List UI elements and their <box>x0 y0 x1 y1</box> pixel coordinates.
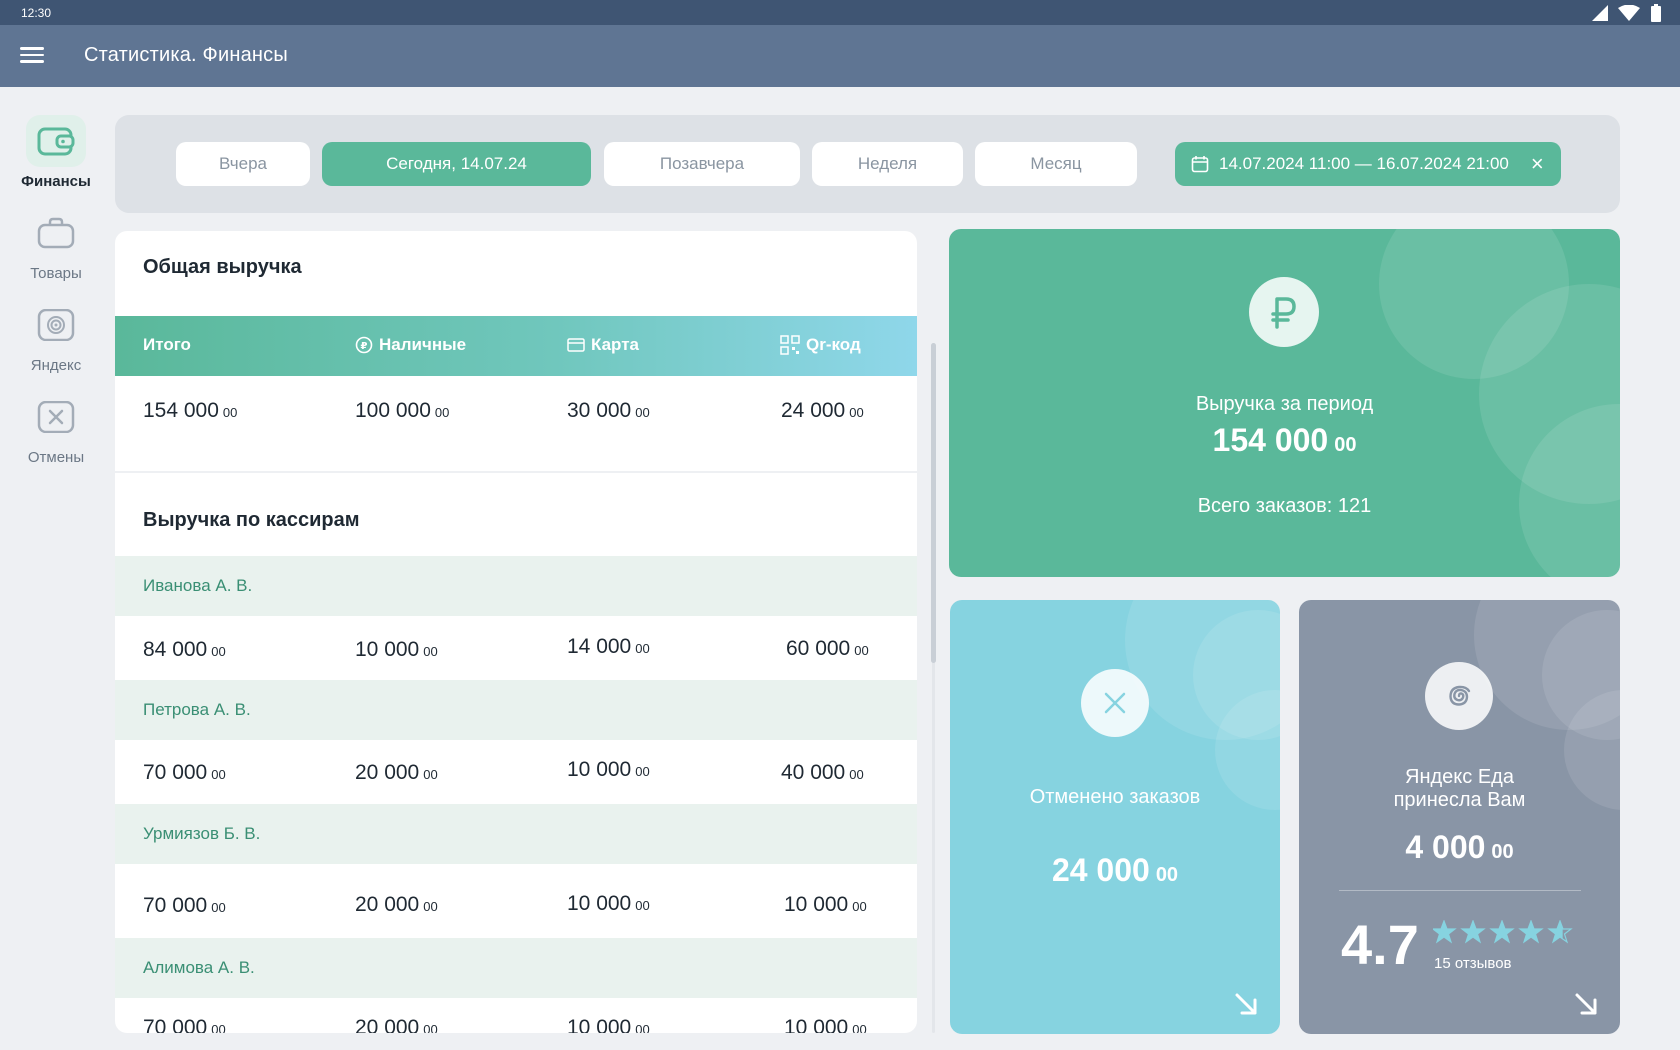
revenue-card: Общая выручка Итого ₽ Наличные Карта Qr-… <box>115 231 917 1033</box>
cashier-cash: 20 000 00 <box>355 893 438 916</box>
cashier-card: 10 000 00 <box>567 892 650 915</box>
period-revenue-label: Выручка за период <box>1195 393 1374 415</box>
cashier-qr: 60 000 00 <box>786 637 869 660</box>
status-icons <box>1592 4 1662 22</box>
yandex-label-line2: принесла Вам <box>1393 789 1526 811</box>
sidebar-item-label: Отмены <box>27 449 85 466</box>
menu-icon[interactable] <box>20 44 44 68</box>
chip-day-before-yesterday[interactable]: Позавчера <box>604 142 800 186</box>
cashier-name-row: Петрова А. В. <box>115 680 917 740</box>
cashier-qr: 10 000 00 <box>784 1016 867 1033</box>
cash-amount: 100 000 00 <box>355 399 450 422</box>
status-bar: 12:30 <box>0 0 1680 25</box>
cashier-cash: 10 000 00 <box>355 638 438 661</box>
arrow-down-right-icon[interactable] <box>1574 992 1598 1016</box>
chip-today[interactable]: Сегодня, 14.07.24 <box>322 142 591 186</box>
coin-icon: ₽ <box>355 336 373 354</box>
col-card: Карта <box>567 335 639 355</box>
total-amount: 154 000 00 <box>143 399 238 422</box>
yandex-label: Яндекс Еда принесла Вам <box>1299 766 1620 812</box>
wallet-icon <box>37 127 75 156</box>
rating-stars <box>1431 919 1573 951</box>
cashier-total: 70 000 00 <box>143 1016 226 1033</box>
total-revenue-title: Общая выручка <box>143 256 302 278</box>
page-title: Статистика. Финансы <box>84 44 288 66</box>
table-header: Итого ₽ Наличные Карта Qr-код <box>115 316 917 376</box>
arrow-down-right-icon[interactable] <box>1234 992 1258 1016</box>
qr-code-icon <box>780 335 800 355</box>
battery-icon <box>1651 4 1661 22</box>
sidebar-item-label: Яндекс <box>30 357 82 374</box>
yandex-amount: 4 000 00 <box>1405 829 1514 865</box>
divider <box>1339 890 1581 891</box>
cancelled-orders-card[interactable]: Отменено заказов 24 000 00 <box>950 600 1280 1034</box>
cashier-name-row: Урмиязов Б. В. <box>115 804 917 864</box>
spiral-icon <box>1425 662 1493 730</box>
sidebar-item-label: Товары <box>30 265 82 282</box>
credit-card-icon <box>567 338 585 352</box>
chip-yesterday[interactable]: Вчера <box>176 142 310 186</box>
ruble-icon <box>1249 277 1319 347</box>
cancel-box-icon <box>37 401 75 433</box>
cashier-cash: 20 000 00 <box>355 1016 438 1033</box>
cashier-name-row: Иванова А. В. <box>115 556 917 616</box>
rating-value: 4.7 <box>1341 913 1419 976</box>
divider <box>115 471 917 473</box>
cancelled-amount: 24 000 00 <box>1051 852 1179 888</box>
date-range-chip[interactable]: 14.07.2024 11:00 — 16.07.2024 21:00 × <box>1175 142 1561 186</box>
cashier-name-row: Алимова А. В. <box>115 938 917 998</box>
cashier-card: 14 000 00 <box>567 635 650 658</box>
spiral-icon <box>37 309 75 341</box>
app-bar: Статистика. Финансы <box>0 25 1680 87</box>
cashier-total: 70 000 00 <box>143 894 226 917</box>
clear-range-icon[interactable]: × <box>1531 153 1544 175</box>
col-qr: Qr-код <box>780 335 861 355</box>
sidebar-item-yandex[interactable]: Яндекс <box>10 299 102 374</box>
date-range-text: 14.07.2024 11:00 — 16.07.2024 21:00 <box>1219 154 1509 173</box>
scrollbar[interactable] <box>931 343 936 663</box>
calendar-icon <box>1191 156 1209 173</box>
period-revenue-card[interactable]: Выручка за период 154 000 00 Всего заказо… <box>949 229 1620 577</box>
cashiers-title: Выручка по кассирам <box>143 509 360 531</box>
cashier-card: 10 000 00 <box>567 758 650 781</box>
cashier-card: 10 000 00 <box>567 1016 650 1033</box>
orders-total: Всего заказов: 121 <box>1197 495 1372 517</box>
cashier-cash: 20 000 00 <box>355 761 438 784</box>
sidebar-item-goods[interactable]: Товары <box>10 207 102 282</box>
col-cash: ₽ Наличные <box>355 335 466 355</box>
wifi-icon <box>1618 5 1640 21</box>
briefcase-icon <box>37 217 75 249</box>
sidebar-item-cancellations[interactable]: Отмены <box>10 391 102 466</box>
sidebar-item-finances[interactable]: Финансы <box>10 115 102 190</box>
qr-amount: 24 000 00 <box>781 399 864 422</box>
card-amount: 30 000 00 <box>567 399 650 422</box>
sidebar: Финансы Товары Яндекс Отмены <box>0 87 112 1050</box>
signal-icon <box>1592 5 1608 21</box>
yandex-label-line1: Яндекс Еда <box>1405 766 1514 788</box>
cashier-total: 70 000 00 <box>143 761 226 784</box>
period-filter-bar: Вчера Сегодня, 14.07.24 Позавчера Неделя… <box>115 115 1620 213</box>
cashier-qr: 10 000 00 <box>784 893 867 916</box>
col-total: Итого <box>143 335 191 354</box>
cancelled-label: Отменено заказов <box>1029 786 1201 808</box>
sidebar-item-label: Финансы <box>21 173 91 190</box>
chip-month[interactable]: Месяц <box>975 142 1137 186</box>
close-icon <box>1081 669 1149 737</box>
status-time: 12:30 <box>21 6 52 20</box>
yandex-eda-card[interactable]: Яндекс Еда принесла Вам 4 000 00 4.7 15 о… <box>1299 600 1620 1034</box>
cashier-total: 84 000 00 <box>143 638 226 661</box>
period-revenue-amount: 154 000 00 <box>1212 422 1357 458</box>
reviews-count: 15 отзывов <box>1434 955 1512 972</box>
svg-text:₽: ₽ <box>361 341 368 352</box>
cashier-qr: 40 000 00 <box>781 761 864 784</box>
chip-week[interactable]: Неделя <box>812 142 963 186</box>
